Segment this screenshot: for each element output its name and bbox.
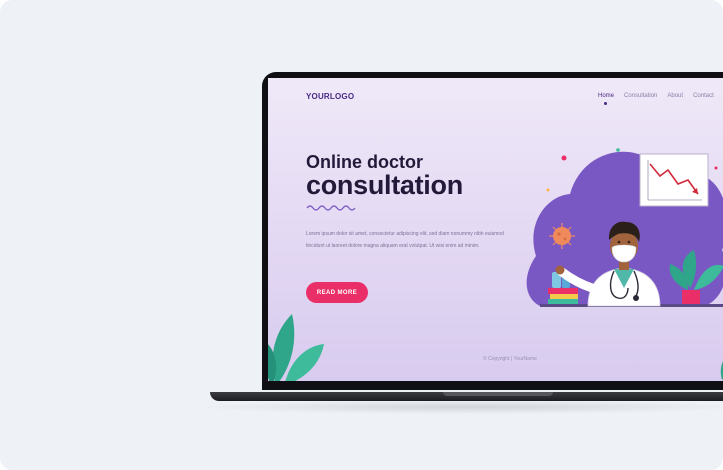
plant-icon xyxy=(268,314,324,381)
laptop-shadow xyxy=(190,400,723,414)
hero-title: consultation xyxy=(306,170,463,200)
hero-description: Lorem ipsum dolor sit amet, consectetur … xyxy=(306,231,504,249)
nav-item-about[interactable]: About xyxy=(667,93,683,99)
laptop-screen: YOURLOGO Home Consultation About Contact… xyxy=(268,78,723,381)
mockup-card: YOURLOGO Home Consultation About Contact… xyxy=(0,0,723,470)
wave-divider-icon xyxy=(306,205,356,211)
site-footer: © Copyright | YourName xyxy=(483,356,537,362)
site-nav: Home Consultation About Contact xyxy=(598,93,714,105)
read-more-button[interactable]: READ MORE xyxy=(306,282,368,303)
site-logo[interactable]: YOURLOGO xyxy=(306,92,354,101)
nav-item-contact[interactable]: Contact xyxy=(693,93,714,99)
nav-item-consultation[interactable]: Consultation xyxy=(624,93,657,99)
laptop-notch xyxy=(443,392,553,396)
decline-chart-icon xyxy=(639,153,709,207)
plant-icon xyxy=(720,361,723,380)
nav-item-home[interactable]: Home xyxy=(598,93,614,105)
doctor-illustration xyxy=(526,148,723,307)
